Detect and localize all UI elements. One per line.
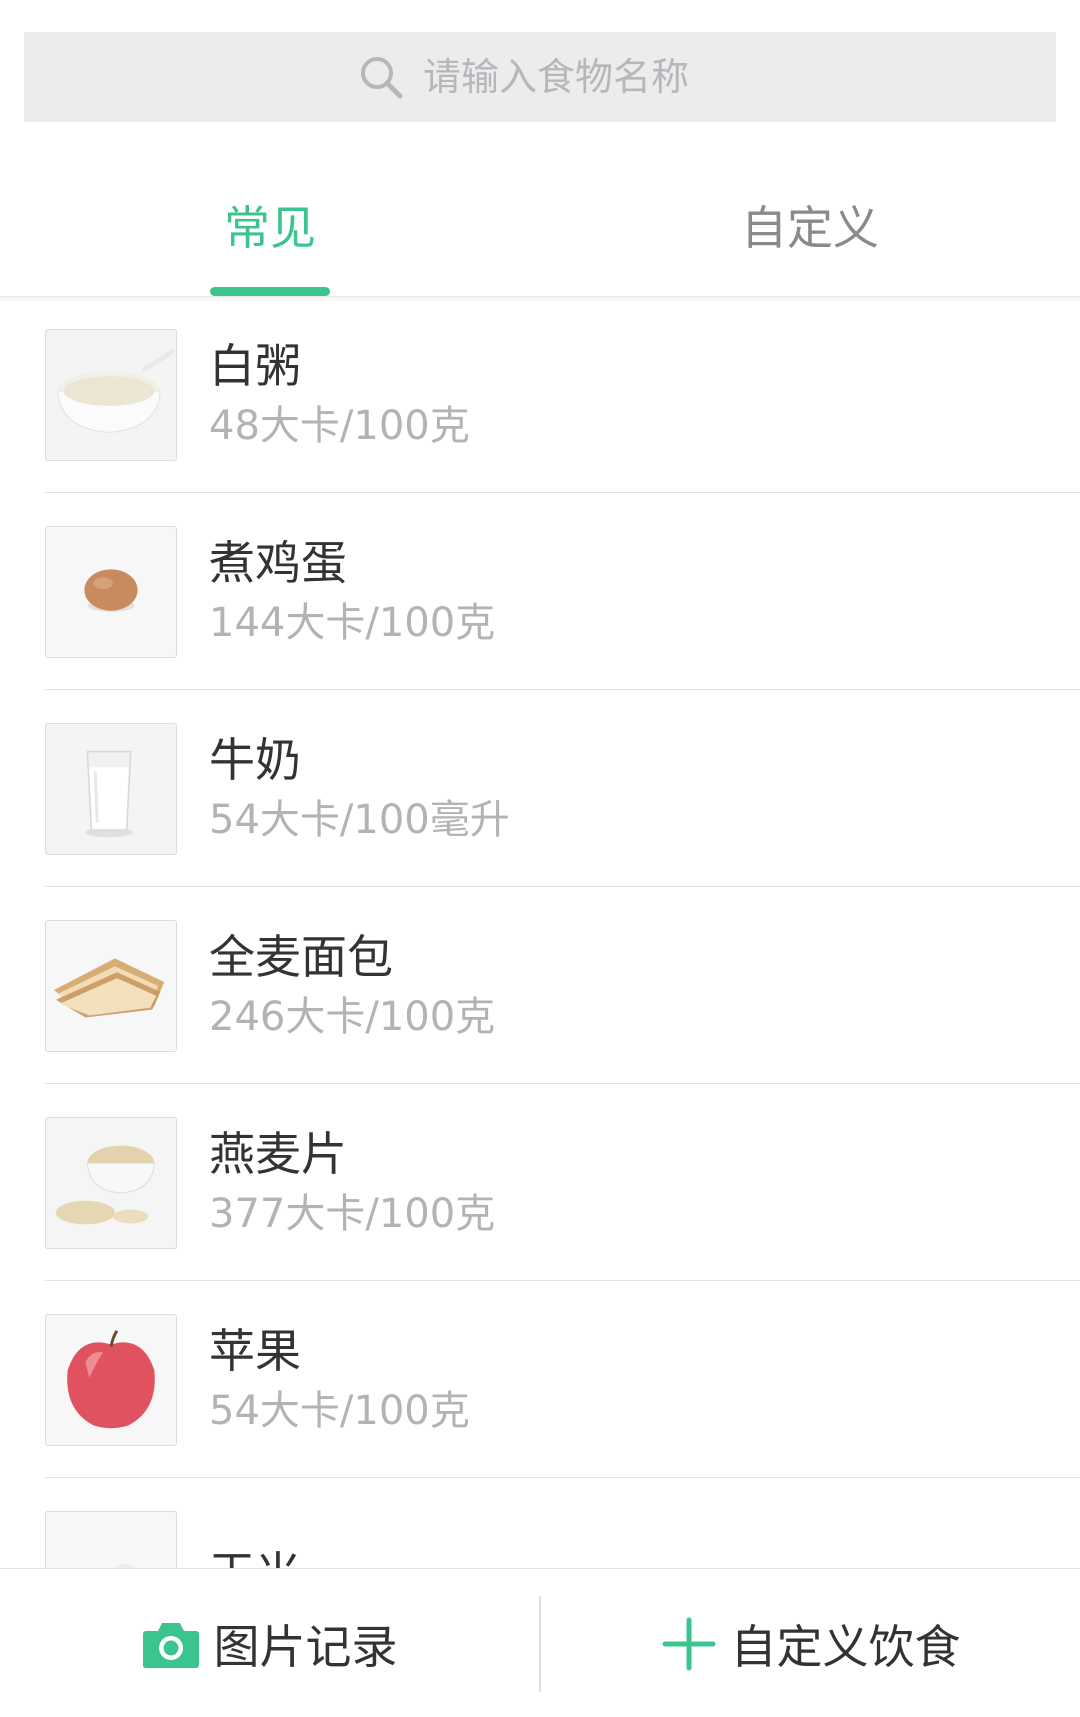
food-text: 煮鸡蛋 144大卡/100克 xyxy=(209,535,495,649)
food-name: 煮鸡蛋 xyxy=(209,535,347,590)
photo-record-label: 图片记录 xyxy=(213,1619,398,1674)
food-name: 苹果 xyxy=(209,1323,301,1378)
food-item-oatmeal[interactable]: 燕麦片 377大卡/100克 xyxy=(0,1084,1080,1281)
apple-image xyxy=(45,1313,177,1446)
photo-record-button[interactable]: 图片记录 xyxy=(0,1569,539,1717)
tab-custom[interactable]: 自定义 xyxy=(540,150,1080,296)
food-text: 燕麦片 377大卡/100克 xyxy=(209,1126,495,1240)
food-list: 白粥 48大卡/100克 煮鸡蛋 144大卡/100克 牛奶 54大卡/100毫… xyxy=(0,296,1080,1568)
food-name: 燕麦片 xyxy=(209,1126,347,1181)
food-name: 白粥 xyxy=(209,338,301,393)
oatmeal-image xyxy=(45,1116,177,1249)
food-item-whole-wheat-bread[interactable]: 全麦面包 246大卡/100克 xyxy=(0,887,1080,1084)
tab-common-label: 常见 xyxy=(224,201,316,255)
food-name: 玉米 xyxy=(209,1546,301,1569)
food-text: 白粥 48大卡/100克 xyxy=(209,338,470,452)
food-calories: 144大卡/100克 xyxy=(209,599,496,646)
bottom-action-bar: 图片记录 自定义饮食 xyxy=(0,1568,1080,1717)
custom-diet-label: 自定义饮食 xyxy=(730,1619,961,1674)
tab-custom-label: 自定义 xyxy=(741,201,879,255)
food-item-boiled-egg[interactable]: 煮鸡蛋 144大卡/100克 xyxy=(0,493,1080,690)
food-name: 牛奶 xyxy=(209,732,301,787)
food-selector-screen: 常见 自定义 白粥 48大卡/100克 xyxy=(0,0,1080,1717)
food-text: 牛奶 54大卡/100毫升 xyxy=(209,732,510,846)
food-calories: 377大卡/100克 xyxy=(209,1190,496,1237)
food-text: 玉米 xyxy=(209,1546,301,1569)
food-item-apple[interactable]: 苹果 54大卡/100克 xyxy=(0,1281,1080,1478)
bread-image xyxy=(45,919,177,1052)
porridge-image xyxy=(45,328,177,461)
food-item-porridge[interactable]: 白粥 48大卡/100克 xyxy=(0,296,1080,493)
search-bar[interactable] xyxy=(24,32,1056,122)
active-tab-indicator xyxy=(210,287,330,296)
food-calories: 54大卡/100毫升 xyxy=(209,796,510,843)
tab-bar: 常见 自定义 xyxy=(0,150,1080,297)
food-calories: 54大卡/100克 xyxy=(209,1387,470,1434)
food-calories: 246大卡/100克 xyxy=(209,993,496,1040)
corn-image xyxy=(45,1510,177,1568)
milk-image xyxy=(45,722,177,855)
camera-icon xyxy=(142,1619,200,1669)
food-calories: 48大卡/100克 xyxy=(209,402,470,449)
plus-icon xyxy=(661,1616,717,1672)
food-name: 全麦面包 xyxy=(209,929,393,984)
food-text: 全麦面包 246大卡/100克 xyxy=(209,929,495,1043)
food-item-corn[interactable]: 玉米 xyxy=(0,1478,1080,1568)
tab-common[interactable]: 常见 xyxy=(0,150,540,296)
food-text: 苹果 54大卡/100克 xyxy=(209,1323,470,1437)
search-input[interactable] xyxy=(423,55,723,99)
custom-diet-button[interactable]: 自定义饮食 xyxy=(541,1569,1080,1717)
search-icon xyxy=(357,53,405,101)
food-item-milk[interactable]: 牛奶 54大卡/100毫升 xyxy=(0,690,1080,887)
boiled-egg-image xyxy=(45,525,177,658)
